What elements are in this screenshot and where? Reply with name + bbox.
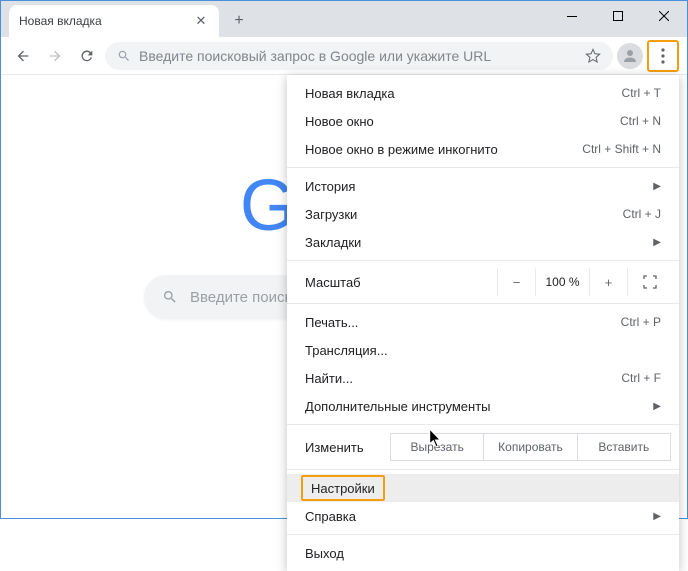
menu-new-tab[interactable]: Новая вкладкаCtrl + T — [287, 79, 679, 107]
menu-settings[interactable]: Настройки — [287, 474, 679, 502]
toolbar: Введите поисковый запрос в Google или ук… — [1, 37, 687, 75]
zoom-percent: 100 % — [535, 268, 589, 296]
menu-exit[interactable]: Выход — [287, 539, 679, 567]
menu-downloads[interactable]: ЗагрузкиCtrl + J — [287, 200, 679, 228]
menu-cast[interactable]: Трансляция... — [287, 336, 679, 364]
forward-button[interactable] — [41, 42, 69, 70]
chevron-right-icon: ▶ — [653, 511, 661, 522]
menu-more-tools[interactable]: Дополнительные инструменты▶ — [287, 392, 679, 420]
menu-bookmarks[interactable]: Закладки▶ — [287, 228, 679, 256]
close-tab-icon[interactable]: ✕ — [193, 13, 209, 29]
menu-separator — [287, 167, 679, 168]
cut-button[interactable]: Вырезать — [390, 433, 484, 461]
window-controls — [549, 1, 687, 31]
chevron-right-icon: ▶ — [653, 237, 661, 248]
menu-separator — [287, 424, 679, 425]
copy-button[interactable]: Копировать — [483, 433, 577, 461]
menu-help[interactable]: Справка▶ — [287, 502, 679, 530]
menu-print[interactable]: Печать...Ctrl + P — [287, 308, 679, 336]
menu-button-highlight — [647, 40, 679, 72]
omnibox[interactable]: Введите поисковый запрос в Google или ук… — [105, 42, 613, 70]
tab-title: Новая вкладка — [19, 14, 102, 28]
menu-history[interactable]: История▶ — [287, 172, 679, 200]
fullscreen-button[interactable] — [627, 268, 671, 296]
profile-avatar[interactable] — [617, 43, 643, 69]
zoom-out-button[interactable]: − — [497, 268, 535, 296]
omnibox-placeholder: Введите поисковый запрос в Google или ук… — [139, 48, 491, 64]
titlebar: Новая вкладка ✕ + — [1, 1, 687, 37]
menu-button[interactable] — [650, 43, 676, 69]
reload-button[interactable] — [73, 42, 101, 70]
chevron-right-icon: ▶ — [653, 181, 661, 192]
search-icon — [162, 289, 178, 305]
zoom-in-button[interactable]: + — [589, 268, 627, 296]
menu-separator — [287, 469, 679, 470]
chevron-right-icon: ▶ — [653, 401, 661, 412]
bookmark-star-icon[interactable] — [585, 48, 601, 64]
menu-find[interactable]: Найти...Ctrl + F — [287, 364, 679, 392]
paste-button[interactable]: Вставить — [577, 433, 671, 461]
back-button[interactable] — [9, 42, 37, 70]
settings-highlight: Настройки — [301, 475, 385, 501]
menu-separator — [287, 534, 679, 535]
maximize-button[interactable] — [595, 1, 641, 31]
main-menu: Новая вкладкаCtrl + T Новое окноCtrl + N… — [287, 75, 679, 571]
new-tab-button[interactable]: + — [225, 7, 253, 35]
menu-zoom: Масштаб − 100 % + — [287, 265, 679, 299]
menu-separator — [287, 260, 679, 261]
browser-tab[interactable]: Новая вкладка ✕ — [9, 5, 219, 37]
menu-edit-row: Изменить Вырезать Копировать Вставить — [287, 429, 679, 465]
close-window-button[interactable] — [641, 1, 687, 31]
search-icon — [117, 49, 131, 63]
menu-separator — [287, 303, 679, 304]
searchbox-placeholder: Введите поиск — [190, 289, 291, 306]
menu-new-window[interactable]: Новое окноCtrl + N — [287, 107, 679, 135]
menu-incognito[interactable]: Новое окно в режиме инкогнитоCtrl + Shif… — [287, 135, 679, 163]
minimize-button[interactable] — [549, 1, 595, 31]
